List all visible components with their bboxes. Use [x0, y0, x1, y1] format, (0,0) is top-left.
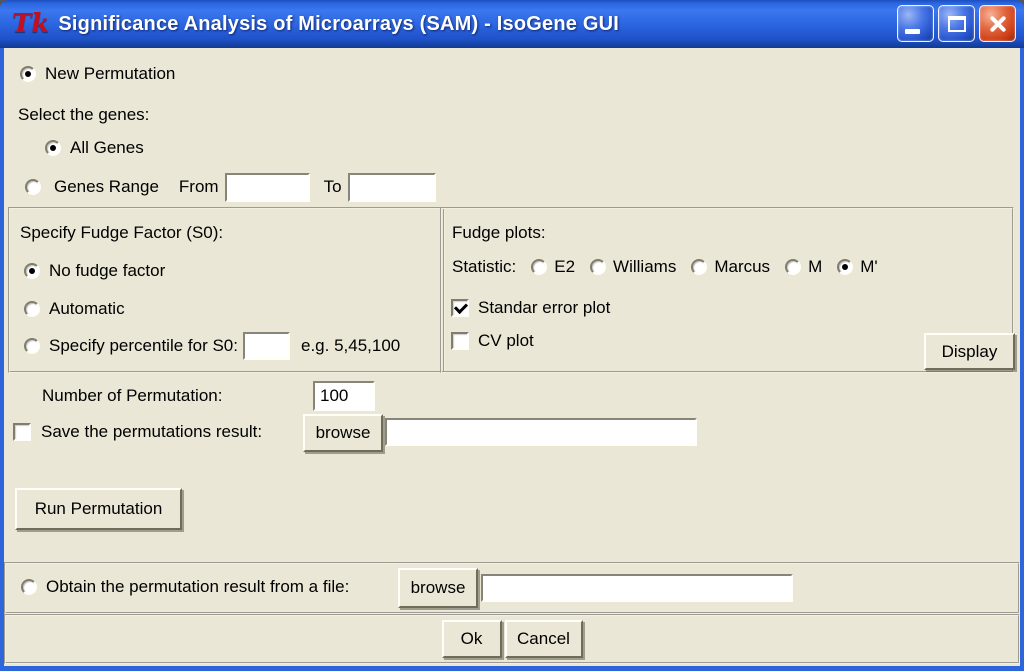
- percentile-row: Specify percentile for S0: e.g. 5,45,100: [24, 331, 400, 361]
- statistic-row: Statistic: E2 Williams Marcus M: [452, 257, 878, 277]
- new-permutation-label: New Permutation: [45, 64, 175, 84]
- cv-plot-checkbox[interactable]: [451, 332, 469, 350]
- statistic-option-williams: Williams: [590, 257, 676, 277]
- genes-range-radio[interactable]: [25, 179, 41, 195]
- automatic-radio[interactable]: [24, 301, 40, 317]
- percentile-hint: e.g. 5,45,100: [301, 336, 400, 356]
- run-permutation-button[interactable]: Run Permutation: [15, 488, 182, 530]
- no-fudge-radio[interactable]: [24, 263, 40, 279]
- statistic-marcus-label: Marcus: [714, 257, 770, 277]
- percentile-radio[interactable]: [24, 338, 40, 354]
- all-genes-label: All Genes: [70, 138, 144, 158]
- statistic-m-label: M: [808, 257, 822, 277]
- cancel-button[interactable]: Cancel: [505, 620, 583, 658]
- statistic-marcus-radio[interactable]: [691, 259, 707, 275]
- statistic-m-radio[interactable]: [785, 259, 801, 275]
- fudge-factor-title: Specify Fudge Factor (S0):: [20, 223, 223, 243]
- cv-plot-label: CV plot: [478, 331, 534, 351]
- cv-plot-row: CV plot: [451, 331, 534, 351]
- statistic-option-marcus: Marcus: [691, 257, 770, 277]
- percentile-input[interactable]: [243, 332, 290, 360]
- automatic-label: Automatic: [49, 299, 125, 319]
- permutation-count-label: Number of Permutation:: [42, 386, 222, 406]
- genes-range-from-label: From: [179, 177, 219, 197]
- statistic-m-prime-label: M': [860, 257, 877, 277]
- all-genes-radio[interactable]: [45, 140, 61, 156]
- obtain-result-radio[interactable]: [21, 579, 37, 595]
- permutation-count-row: Number of Permutation:: [42, 381, 222, 411]
- permutation-count-input[interactable]: [313, 381, 375, 411]
- new-permutation-radio[interactable]: [20, 66, 36, 82]
- statistic-e2-radio[interactable]: [531, 259, 547, 275]
- percentile-label: Specify percentile for S0:: [49, 336, 238, 356]
- obtain-path-input[interactable]: [481, 574, 793, 602]
- select-genes-label: Select the genes:: [18, 105, 149, 125]
- standard-error-checkbox[interactable]: [451, 299, 469, 317]
- genes-range-row: Genes Range From To: [25, 171, 436, 203]
- statistic-label: Statistic:: [452, 257, 516, 277]
- no-fudge-label: No fudge factor: [49, 261, 165, 281]
- statistic-williams-label: Williams: [613, 257, 676, 277]
- statistic-m-prime-radio[interactable]: [837, 259, 853, 275]
- save-browse-button[interactable]: browse: [303, 414, 383, 452]
- statistic-option-e2: E2: [531, 257, 575, 277]
- statistic-williams-radio[interactable]: [590, 259, 606, 275]
- statistic-option-m-prime: M': [837, 257, 877, 277]
- genes-range-from-input[interactable]: [225, 173, 310, 202]
- automatic-row: Automatic: [24, 299, 125, 319]
- save-result-label: Save the permutations result:: [41, 422, 262, 442]
- maximize-icon: [948, 16, 966, 32]
- obtain-result-row: Obtain the permutation result from a fil…: [21, 577, 349, 597]
- save-path-input[interactable]: [385, 418, 697, 446]
- close-button[interactable]: [979, 5, 1016, 42]
- obtain-result-label: Obtain the permutation result from a fil…: [46, 577, 349, 597]
- standard-error-label: Standar error plot: [478, 298, 610, 318]
- fudge-plots-group: Fudge plots: Statistic: E2 Williams Marc…: [440, 207, 1014, 373]
- footer-frame: Ok Cancel: [4, 614, 1020, 664]
- obtain-browse-button[interactable]: browse: [398, 568, 478, 608]
- genes-range-to-label: To: [324, 177, 342, 197]
- sam-dialog-window: Tk Significance Analysis of Microarrays …: [0, 0, 1024, 671]
- fudge-plots-title: Fudge plots:: [452, 223, 546, 243]
- statistic-e2-label: E2: [554, 257, 575, 277]
- tk-app-icon: Tk: [12, 11, 49, 37]
- dialog-content: New Permutation Select the genes: All Ge…: [4, 48, 1020, 666]
- window-controls: [897, 5, 1016, 42]
- all-genes-row: All Genes: [45, 138, 144, 158]
- genes-range-label: Genes Range: [54, 177, 159, 197]
- new-permutation-row: New Permutation: [20, 64, 175, 84]
- obtain-result-frame: Obtain the permutation result from a fil…: [4, 562, 1020, 614]
- select-genes-row: Select the genes:: [18, 105, 149, 125]
- statistic-option-m: M: [785, 257, 822, 277]
- display-button[interactable]: Display: [924, 333, 1015, 370]
- fudge-factor-group: Specify Fudge Factor (S0): No fudge fact…: [8, 207, 445, 373]
- window-title: Significance Analysis of Microarrays (SA…: [58, 13, 619, 36]
- ok-button[interactable]: Ok: [442, 620, 502, 658]
- no-fudge-row: No fudge factor: [24, 261, 165, 281]
- minimize-button[interactable]: [897, 5, 934, 42]
- save-result-checkbox[interactable]: [13, 423, 31, 441]
- genes-range-to-input[interactable]: [348, 173, 436, 202]
- title-bar[interactable]: Tk Significance Analysis of Microarrays …: [0, 0, 1024, 48]
- maximize-button[interactable]: [938, 5, 975, 42]
- standard-error-row: Standar error plot: [451, 298, 610, 318]
- minimize-icon: [905, 29, 920, 34]
- save-result-row: Save the permutations result:: [13, 422, 262, 442]
